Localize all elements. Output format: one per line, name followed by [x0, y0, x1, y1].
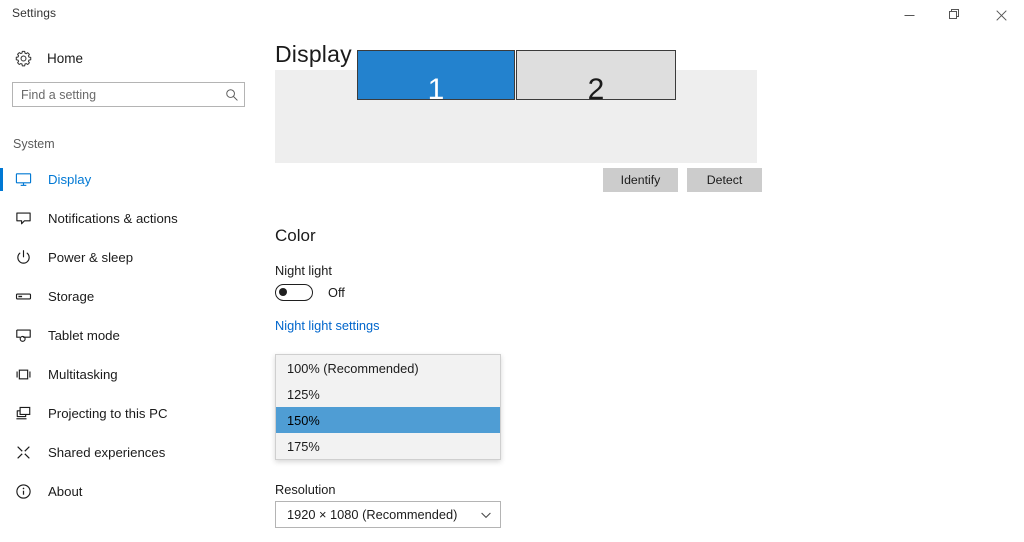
sidebar-item-label: Power & sleep: [48, 250, 134, 265]
power-icon: [12, 247, 34, 269]
monitor-preview-1[interactable]: 1: [357, 50, 515, 105]
night-light-toggle-row: Off: [275, 284, 345, 301]
sidebar-item-display[interactable]: Display: [0, 160, 258, 199]
title-bar: Settings: [0, 0, 1024, 30]
restore-button[interactable]: [932, 0, 978, 30]
search-icon[interactable]: [220, 88, 244, 102]
scale-option-100[interactable]: 100% (Recommended): [276, 355, 500, 381]
page-title: Display: [275, 41, 352, 67]
sidebar-item-label: Notifications & actions: [48, 211, 178, 226]
settings-window: Settings Home Find a setting System Disp…: [0, 0, 1024, 542]
sidebar-item-storage[interactable]: Storage: [0, 277, 258, 316]
share-icon: [12, 442, 34, 464]
color-section-title: Color: [275, 226, 316, 245]
window-controls: [886, 0, 1024, 30]
scale-option-125[interactable]: 125%: [276, 381, 500, 407]
sidebar-nav-list: Display Notifications & actions Power & …: [0, 160, 258, 511]
monitor-preview-2[interactable]: 2: [516, 50, 676, 105]
sidebar-item-shared-experiences[interactable]: Shared experiences: [0, 433, 258, 472]
night-light-settings-link[interactable]: Night light settings: [275, 318, 380, 333]
sidebar-item-notifications-actions[interactable]: Notifications & actions: [0, 199, 258, 238]
search-box[interactable]: [12, 82, 245, 107]
resolution-combobox[interactable]: 1920 × 1080 (Recommended): [275, 501, 501, 528]
sidebar-item-label: Display: [48, 172, 92, 187]
search-input[interactable]: [13, 83, 220, 106]
storage-icon: [12, 286, 34, 308]
resolution-value: 1920 × 1080 (Recommended): [287, 507, 458, 522]
sidebar-item-label: Storage: [48, 289, 95, 304]
sidebar-item-label: Shared experiences: [48, 445, 166, 460]
sidebar-item-label: Projecting to this PC: [48, 406, 168, 421]
sidebar-item-about[interactable]: About: [0, 472, 258, 511]
sidebar-home-label: Home: [47, 50, 84, 66]
monitor-icon: [12, 169, 34, 191]
main-content: Display 1 2 Identify Detect Color Night …: [258, 30, 1024, 542]
minimize-button[interactable]: [886, 0, 932, 30]
night-light-label: Night light: [275, 263, 332, 278]
close-button[interactable]: [978, 0, 1024, 30]
sidebar: Home System Displ: [0, 30, 258, 542]
detect-button[interactable]: Detect: [687, 168, 762, 192]
window-title: Settings: [12, 6, 57, 20]
identify-button[interactable]: Identify: [603, 168, 678, 192]
sidebar-item-label: Multitasking: [48, 367, 118, 382]
night-light-toggle[interactable]: [275, 284, 313, 301]
sidebar-item-multitasking[interactable]: Multitasking: [0, 355, 258, 394]
display-arrangement-preview[interactable]: 1 2: [275, 50, 757, 163]
toggle-knob: [279, 288, 287, 296]
sidebar-item-home[interactable]: Home: [0, 43, 258, 73]
notification-icon: [12, 208, 34, 230]
monitor-number: 1: [427, 73, 445, 106]
sidebar-item-label: About: [48, 484, 83, 499]
multitasking-icon: [12, 364, 34, 386]
sidebar-item-label: Tablet mode: [48, 328, 120, 343]
sidebar-item-projecting-to-this-pc[interactable]: Projecting to this PC: [0, 394, 258, 433]
projecting-icon: [12, 403, 34, 425]
display-actions: Identify Detect: [275, 168, 762, 192]
sidebar-item-power-sleep[interactable]: Power & sleep: [0, 238, 258, 277]
monitor-number: 2: [587, 73, 605, 106]
chevron-down-icon[interactable]: [472, 509, 500, 521]
scale-dropdown-list[interactable]: 100% (Recommended) 125% 150% 175%: [275, 354, 501, 460]
info-icon: [12, 481, 34, 503]
gear-icon: [12, 50, 34, 67]
night-light-state: Off: [328, 285, 345, 300]
sidebar-item-tablet-mode[interactable]: Tablet mode: [0, 316, 258, 355]
sidebar-group-label: System: [13, 137, 55, 151]
resolution-label: Resolution: [275, 482, 336, 497]
scale-option-175[interactable]: 175%: [276, 433, 500, 459]
tablet-icon: [12, 325, 34, 347]
scale-option-150[interactable]: 150%: [276, 407, 500, 433]
